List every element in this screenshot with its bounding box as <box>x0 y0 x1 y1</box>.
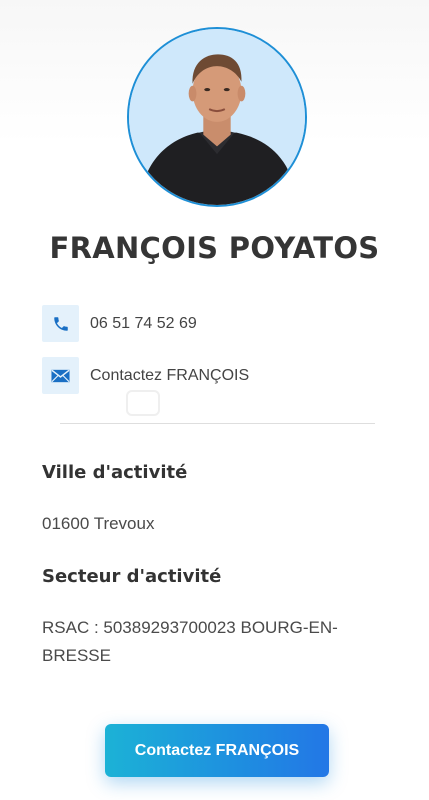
phone-number[interactable]: 06 51 74 52 69 <box>90 315 197 333</box>
phone-icon <box>42 305 79 342</box>
avatar <box>127 27 307 207</box>
avatar-photo <box>129 29 305 205</box>
email-contact-link[interactable]: Contactez FRANÇOIS <box>90 367 249 385</box>
secteur-value: RSAC : 50389293700023 BOURG-EN-BRESSE <box>42 618 338 665</box>
agent-profile-card: FRANÇOIS POYATOS 06 51 74 52 69 Contacte… <box>0 0 429 800</box>
secteur-title: Secteur d'activité <box>42 566 222 587</box>
watermark <box>126 390 172 416</box>
ville-title: Ville d'activité <box>42 462 188 483</box>
contact-button[interactable]: Contactez FRANÇOIS <box>105 724 329 777</box>
watermark-icon <box>126 390 160 416</box>
ville-value: 01600 Trevoux <box>42 514 155 533</box>
email-contact-row[interactable]: Contactez FRANÇOIS <box>42 357 249 394</box>
envelope-icon <box>42 357 79 394</box>
agent-name: FRANÇOIS POYATOS <box>49 231 380 265</box>
divider <box>60 423 375 424</box>
phone-contact-row[interactable]: 06 51 74 52 69 <box>42 305 197 342</box>
